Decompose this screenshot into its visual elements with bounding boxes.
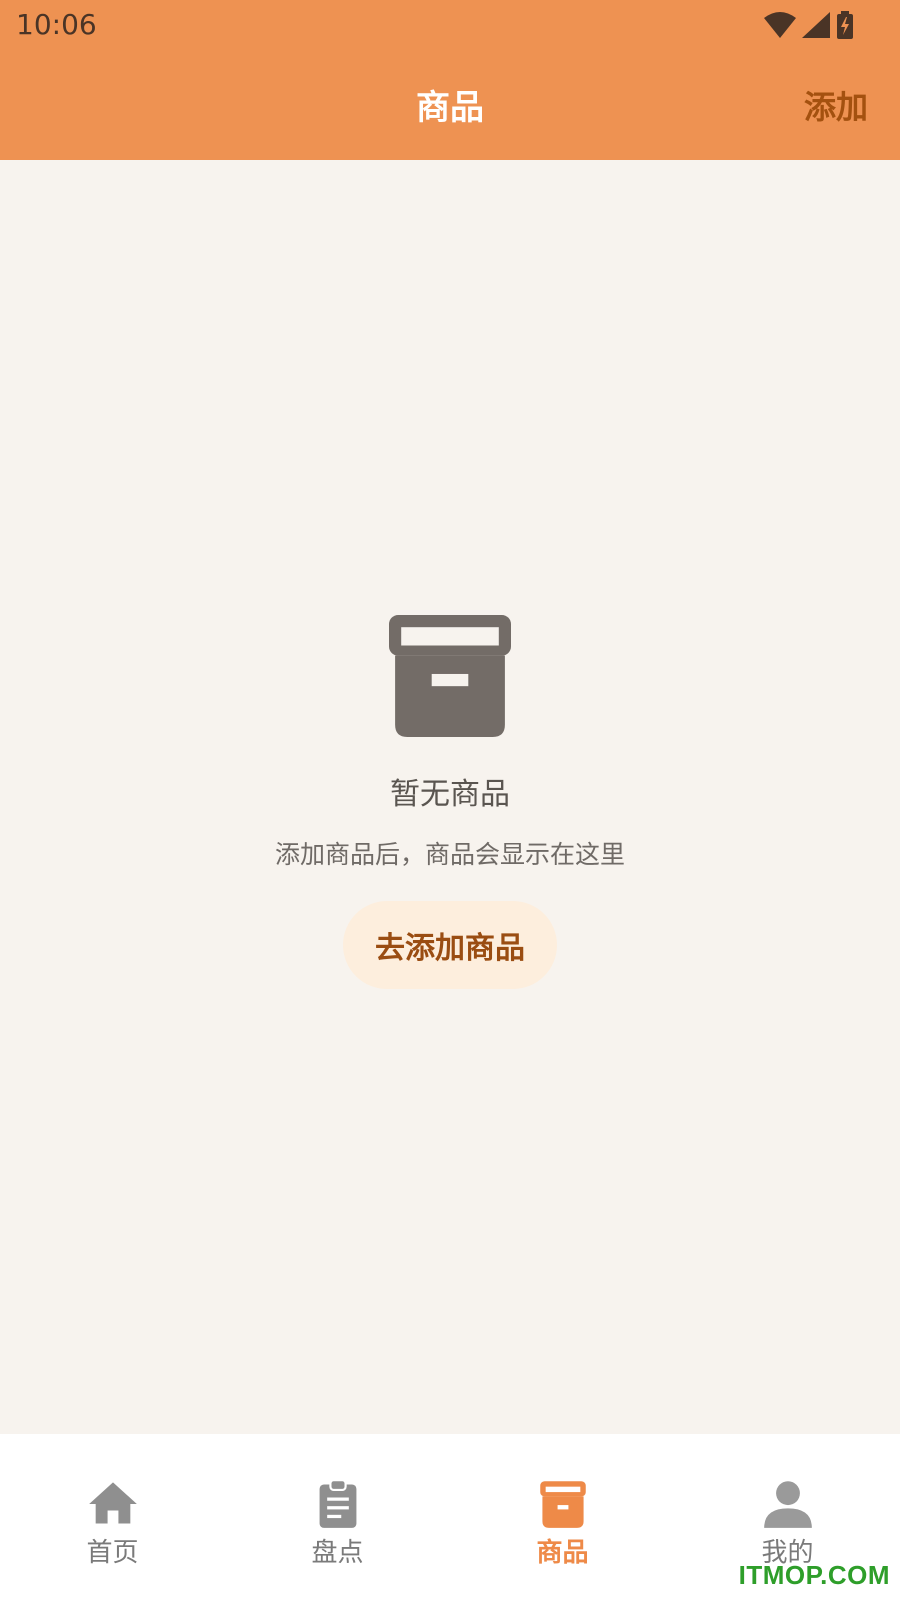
tab-home[interactable]: 首页 [0,1434,225,1600]
home-icon [88,1482,137,1524]
cellular-signal-icon [802,12,830,38]
battery-charging-icon [837,11,853,39]
tab-home-label: 首页 [86,1538,139,1568]
tab-products[interactable]: 商品 [450,1434,675,1600]
status-icons [764,10,854,40]
tab-products-label: 商品 [536,1538,589,1568]
person-icon [763,1481,812,1528]
archive-box-icon [539,1481,586,1528]
tab-inventory-label: 盘点 [311,1538,364,1568]
go-add-product-button[interactable]: 去添加商品 [343,901,557,989]
status-bar: 10:06 [0,0,900,50]
tab-inventory[interactable]: 盘点 [225,1434,450,1600]
wifi-icon [764,12,796,38]
empty-title: 暂无商品 [390,777,510,812]
status-time: 10:06 [16,8,97,41]
empty-subtitle: 添加商品后，商品会显示在这里 [274,840,625,869]
add-button[interactable]: 添加 [804,82,868,128]
app-header: 10:06 商品 添加 [0,0,900,160]
archive-box-icon [389,615,511,737]
page-title: 商品 [416,88,484,128]
clipboard-icon [319,1479,356,1528]
empty-state: 暂无商品 添加商品后，商品会显示在这里 去添加商品 [0,615,900,989]
watermark: ITMOP.COM [738,1560,890,1590]
